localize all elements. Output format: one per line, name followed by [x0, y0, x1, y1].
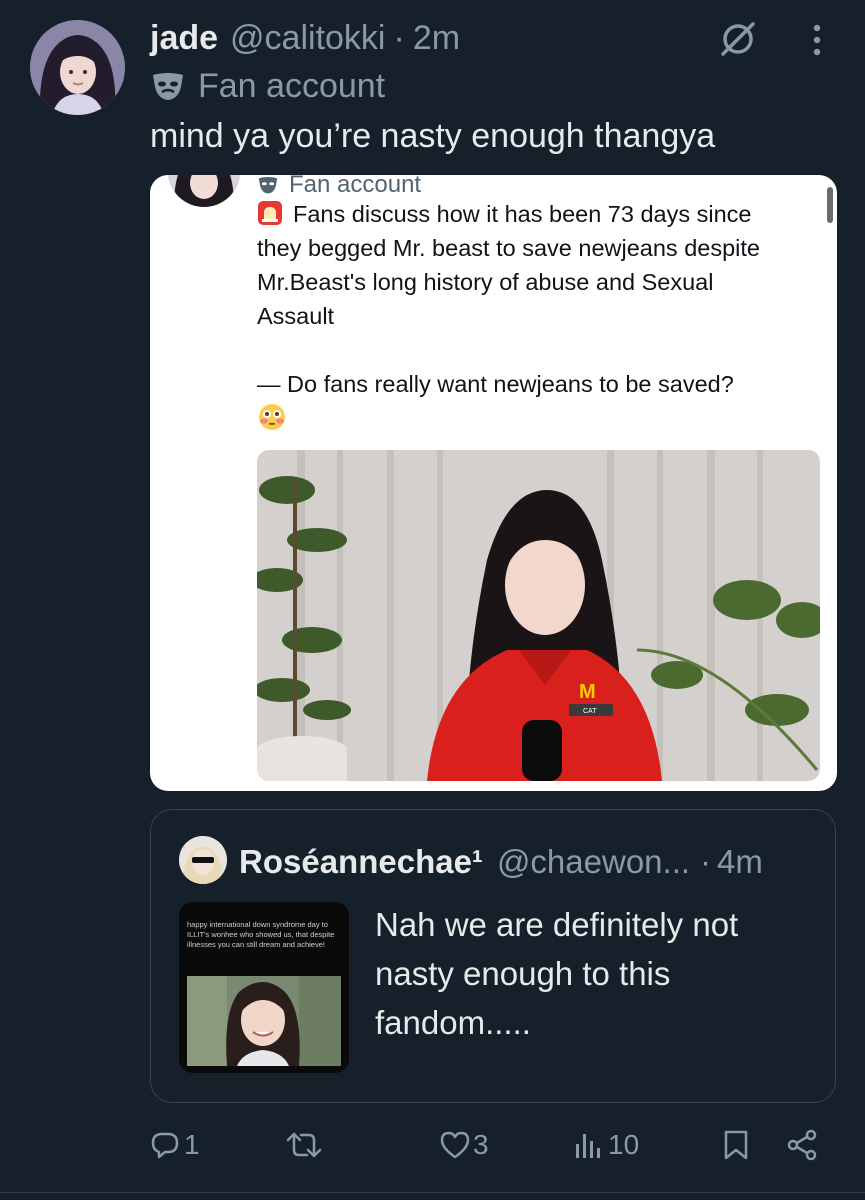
share-button[interactable] — [786, 1122, 818, 1168]
account-label-text: Fan account — [198, 66, 386, 105]
name-tag: CAT — [583, 708, 597, 715]
mask-icon — [258, 177, 278, 194]
screenshot-photo: M CAT — [257, 450, 820, 781]
repost-button[interactable] — [286, 1122, 328, 1168]
quoted-tweet-thumbnail[interactable]: happy international down syndrome day to… — [179, 902, 349, 1073]
bookmark-icon — [724, 1130, 748, 1160]
repost-icon — [286, 1132, 322, 1158]
screenshot-scrollbar — [827, 187, 833, 223]
separator-dot: · — [700, 843, 712, 880]
divider — [0, 1192, 865, 1193]
reply-button[interactable]: 1 — [150, 1122, 200, 1168]
screenshot-line: Assault — [257, 303, 335, 329]
quoted-tweet-timestamp[interactable]: 4m — [717, 843, 763, 881]
quoted-tweet-text: Nah we are definitely not nasty enough t… — [375, 906, 739, 1041]
views-icon — [576, 1134, 600, 1158]
shirt-logo: M — [579, 681, 596, 703]
author-handle[interactable]: @calitokki — [230, 19, 385, 58]
tweet-actions: 1 3 10 — [150, 1122, 840, 1168]
share-icon — [787, 1129, 817, 1161]
like-icon — [440, 1131, 470, 1159]
view-count: 10 — [608, 1129, 640, 1160]
screenshot-account-label: Fan account — [257, 175, 421, 199]
quoted-tweet[interactable]: Roséannechae¹ @chaewon... · 4m happy int… — [150, 809, 836, 1103]
siren-emoji — [258, 201, 282, 225]
quoted-author-name[interactable]: Roséannechae¹ — [239, 843, 483, 881]
quoted-tweet-header: Roséannechae¹ @chaewon... · 4m — [239, 840, 763, 884]
reply-icon — [151, 1132, 179, 1159]
screenshot-avatar — [168, 175, 240, 207]
author-name[interactable]: jade — [150, 19, 218, 58]
screenshot-account-label-text: Fan account — [289, 175, 422, 198]
quoted-author-handle[interactable]: @chaewon... — [497, 843, 690, 881]
grok-icon[interactable] — [717, 18, 759, 60]
views-button[interactable]: 10 — [574, 1122, 639, 1168]
like-count: 3 — [473, 1129, 489, 1160]
mask-icon — [153, 73, 183, 100]
screenshot-post-text: Fans discuss how it has been 73 days sin… — [257, 197, 823, 435]
screenshot-line: they begged Mr. beast to save newjeans d… — [257, 235, 760, 261]
screenshot-line: Fans discuss how it has been 73 days sin… — [293, 201, 752, 227]
quoted-author-avatar[interactable] — [179, 836, 227, 884]
screenshot-line: Mr.Beast's long history of abuse and Sex… — [257, 269, 714, 295]
flushed-emoji — [259, 404, 285, 430]
tweet-text: mind ya you’re nasty enough thangya — [150, 117, 716, 155]
screenshot-line — [257, 333, 823, 367]
attached-screenshot[interactable]: Fan account Fans discuss how it has been… — [150, 175, 837, 791]
reply-count: 1 — [184, 1129, 200, 1160]
separator-dot: · — [393, 18, 405, 57]
author-avatar[interactable] — [30, 20, 125, 115]
screenshot-line: — Do fans really want newjeans to be sav… — [257, 371, 734, 397]
account-label: Fan account — [150, 64, 385, 108]
bookmark-button[interactable] — [722, 1122, 750, 1168]
more-options-icon[interactable] — [806, 20, 828, 60]
tweet-timestamp[interactable]: 2m — [413, 19, 460, 58]
like-button[interactable]: 3 — [439, 1122, 489, 1168]
